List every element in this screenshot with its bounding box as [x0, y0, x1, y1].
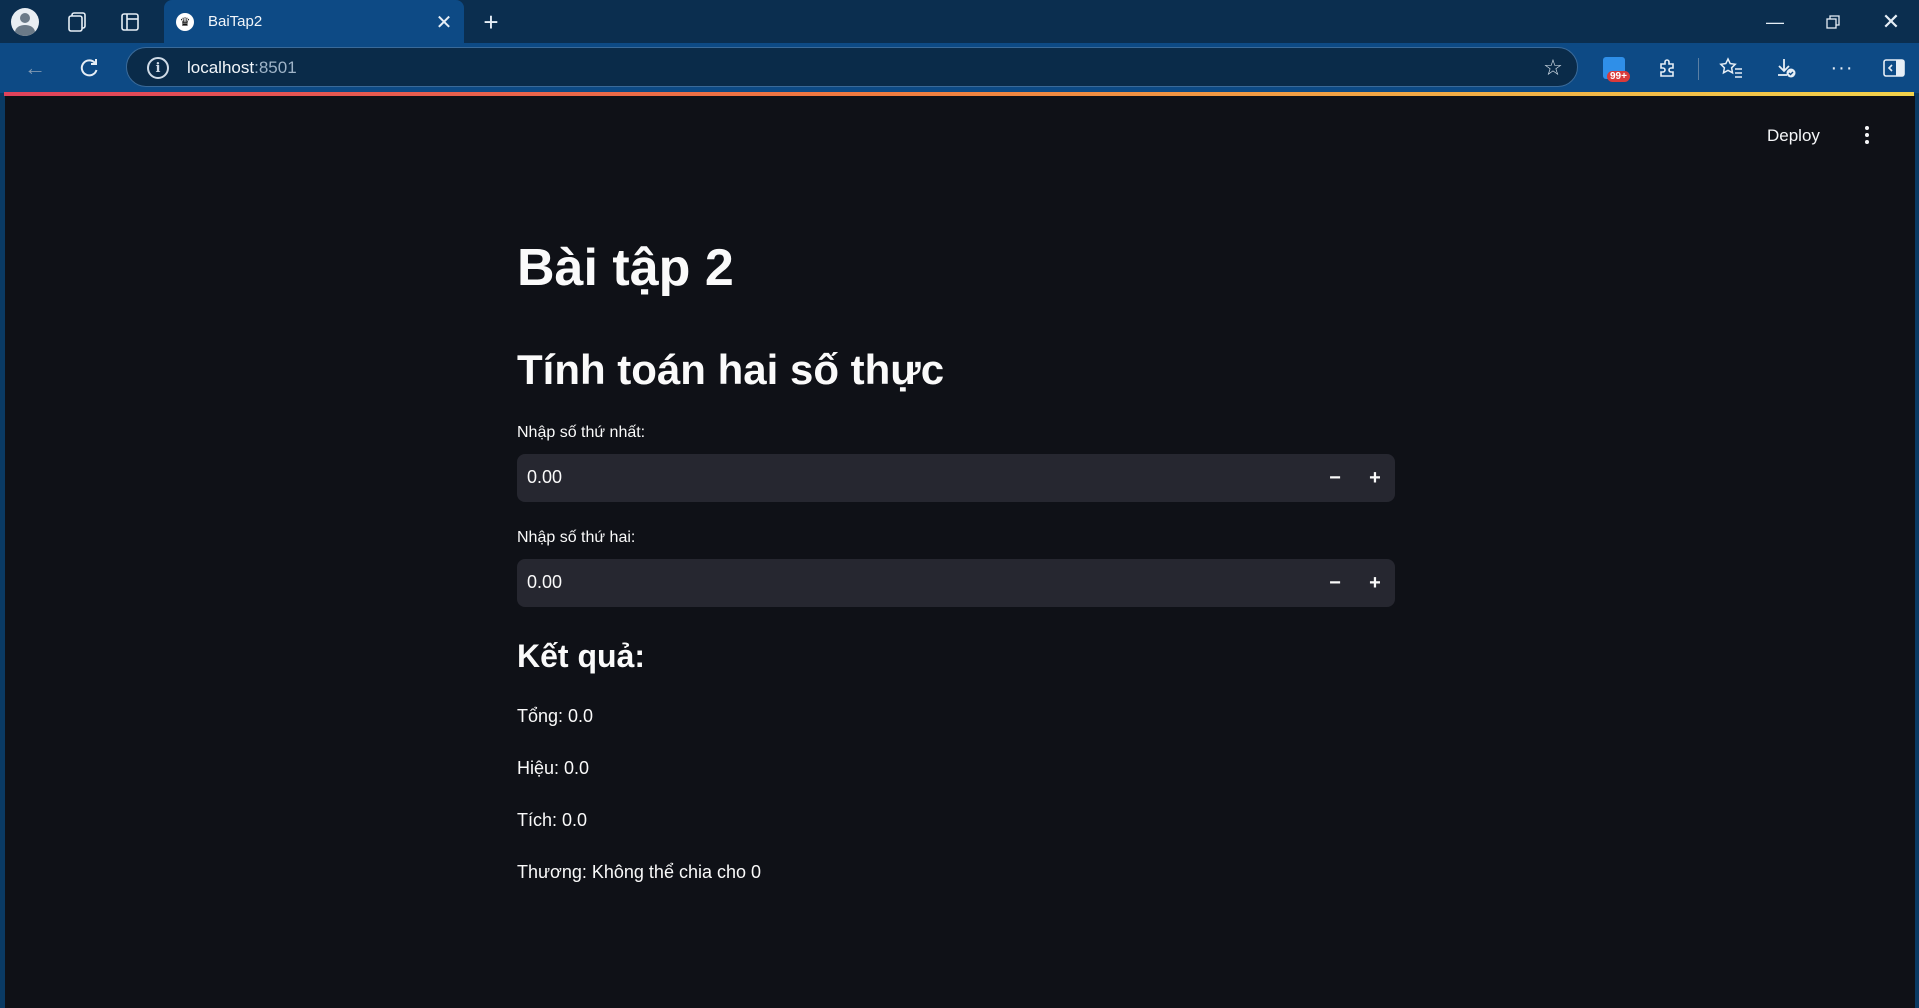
reload-icon[interactable] — [73, 52, 105, 84]
minimize-icon[interactable]: — — [1752, 4, 1798, 40]
subheader: Tính toán hai số thực — [517, 346, 945, 393]
kebab-menu-icon[interactable] — [1857, 122, 1877, 148]
window-close-icon[interactable]: ✕ — [1868, 4, 1914, 40]
extension-icon[interactable]: 99+ — [1598, 52, 1630, 84]
tab-title: BaiTap2 — [208, 13, 263, 30]
plus-icon[interactable]: + — [475, 6, 507, 38]
url-host: localhost — [187, 58, 255, 77]
favorites-icon[interactable] — [1715, 52, 1747, 84]
first-number-label: Nhập số thứ nhất: — [517, 424, 646, 441]
downloads-icon[interactable] — [1770, 52, 1802, 84]
second-number-input[interactable]: 0.00 − + — [517, 559, 1395, 607]
profile-icon[interactable] — [9, 6, 41, 38]
toolbar-divider — [1698, 58, 1699, 80]
more-icon[interactable]: ··· — [1826, 52, 1858, 84]
page-title: Bài tập 2 — [517, 239, 734, 297]
plus-icon[interactable]: + — [1359, 567, 1391, 599]
first-number-input[interactable]: 0.00 − + — [517, 454, 1395, 502]
browser-nav-bar: ← i localhost:8501 ☆ 99+ ··· — [0, 43, 1919, 93]
app-page: Deploy Bài tập 2 Tính toán hai số thực N… — [5, 96, 1915, 1008]
close-icon[interactable]: ✕ — [432, 10, 456, 34]
url-text: localhost:8501 — [187, 58, 297, 78]
address-bar[interactable]: i localhost:8501 ☆ — [126, 47, 1578, 87]
result-header: Kết quả: — [517, 638, 645, 674]
plus-icon[interactable]: + — [1359, 462, 1391, 494]
first-number-value[interactable]: 0.00 — [527, 467, 562, 488]
second-number-value[interactable]: 0.00 — [527, 572, 562, 593]
browser-tab-bar: ♛ BaiTap2 ✕ + — ✕ — [0, 0, 1919, 43]
quotient-result: Thương: Không thể chia cho 0 — [517, 862, 762, 882]
url-port: :8501 — [254, 58, 297, 77]
minus-icon[interactable]: − — [1319, 567, 1351, 599]
product-result: Tích: 0.0 — [517, 810, 588, 830]
star-icon[interactable]: ☆ — [1539, 54, 1567, 82]
info-icon[interactable]: i — [147, 57, 169, 79]
second-number-label: Nhập số thứ hai: — [517, 529, 636, 546]
back-icon[interactable]: ← — [19, 52, 51, 84]
tab-actions-icon[interactable] — [114, 6, 146, 38]
sum-result: Tổng: 0.0 — [517, 706, 594, 726]
sidebar-icon[interactable] — [1878, 52, 1910, 84]
collections-icon[interactable] — [61, 6, 93, 38]
deploy-button[interactable]: Deploy — [1767, 126, 1820, 146]
streamlit-favicon-icon: ♛ — [176, 12, 194, 31]
extension-badge: 99+ — [1607, 71, 1630, 82]
browser-tab[interactable]: ♛ BaiTap2 ✕ — [164, 0, 464, 43]
minus-icon[interactable]: − — [1319, 462, 1351, 494]
extensions-icon[interactable] — [1652, 52, 1684, 84]
restore-icon[interactable] — [1810, 4, 1856, 40]
difference-result: Hiệu: 0.0 — [517, 758, 590, 778]
